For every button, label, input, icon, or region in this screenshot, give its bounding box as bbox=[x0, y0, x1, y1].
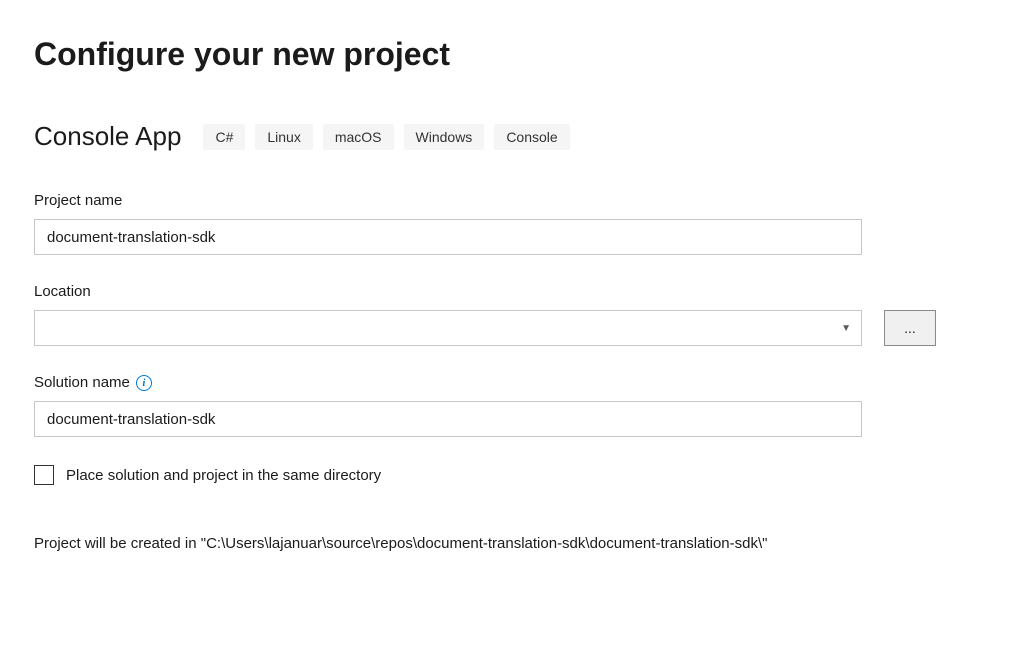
browse-button[interactable]: ... bbox=[884, 310, 936, 346]
location-group: Location ▼ ... bbox=[34, 283, 978, 346]
project-name-input[interactable] bbox=[34, 219, 862, 255]
tag-linux: Linux bbox=[255, 124, 312, 150]
solution-name-label-text: Solution name bbox=[34, 374, 130, 391]
project-name-label: Project name bbox=[34, 192, 978, 209]
tag-macos: macOS bbox=[323, 124, 394, 150]
same-directory-label[interactable]: Place solution and project in the same d… bbox=[66, 467, 381, 484]
same-directory-row: Place solution and project in the same d… bbox=[34, 465, 978, 485]
tag-windows: Windows bbox=[404, 124, 485, 150]
project-name-group: Project name bbox=[34, 192, 978, 255]
template-header: Console App C# Linux macOS Windows Conso… bbox=[34, 121, 978, 152]
page-title: Configure your new project bbox=[34, 36, 978, 73]
info-icon[interactable]: i bbox=[136, 375, 152, 391]
solution-name-input[interactable] bbox=[34, 401, 862, 437]
template-tags: C# Linux macOS Windows Console bbox=[203, 124, 569, 150]
solution-name-group: Solution name i bbox=[34, 374, 978, 437]
path-preview: Project will be created in "C:\Users\laj… bbox=[34, 533, 862, 556]
tag-csharp: C# bbox=[203, 124, 245, 150]
solution-name-label: Solution name i bbox=[34, 374, 978, 391]
same-directory-checkbox[interactable] bbox=[34, 465, 54, 485]
template-name: Console App bbox=[34, 121, 181, 152]
location-dropdown[interactable]: ▼ bbox=[34, 310, 862, 346]
chevron-down-icon: ▼ bbox=[841, 323, 851, 334]
location-label: Location bbox=[34, 283, 978, 300]
tag-console: Console bbox=[494, 124, 569, 150]
